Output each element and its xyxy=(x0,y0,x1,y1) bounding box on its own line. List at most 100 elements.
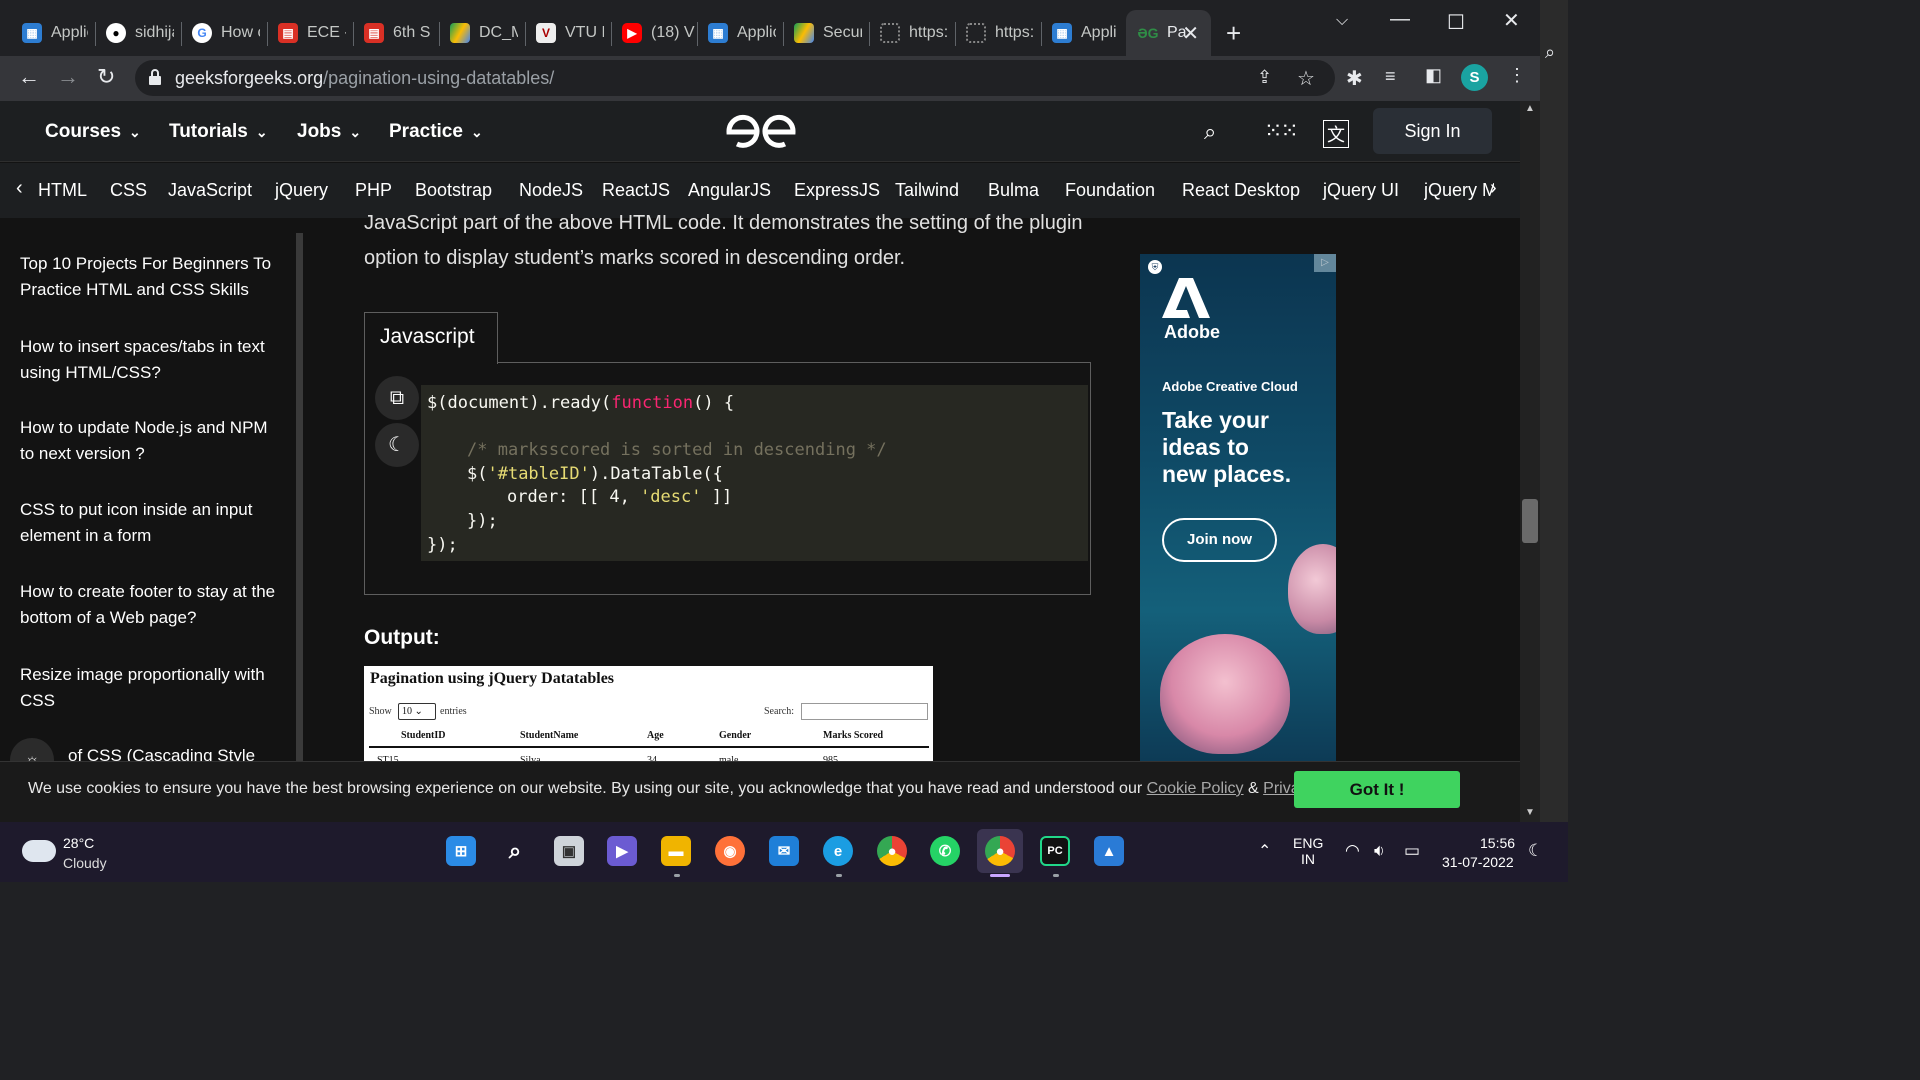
chrome-icon[interactable]: ● xyxy=(877,836,907,866)
tab-5[interactable]: DC_M xyxy=(428,10,518,56)
sidebar-link[interactable]: How to create footer to stay at the bott… xyxy=(20,579,282,631)
translate-icon[interactable]: 文 xyxy=(1323,120,1349,148)
media-control-icon[interactable]: ≡ xyxy=(1385,66,1396,87)
subnav-angularjs[interactable]: AngularJS xyxy=(688,180,771,201)
subnav-javascript[interactable]: JavaScript xyxy=(168,180,252,201)
search-icon[interactable]: ⌕ xyxy=(1204,119,1216,145)
subnav-css[interactable]: CSS xyxy=(110,180,147,201)
nav-practice[interactable]: Practice ⌄ xyxy=(389,121,483,143)
subnav-reactjs[interactable]: ReactJS xyxy=(602,180,670,201)
dark-mode-moon-icon[interactable]: ☾ xyxy=(375,423,419,467)
gfg-logo[interactable] xyxy=(725,111,797,153)
tab-10[interactable]: https: xyxy=(858,10,948,56)
nav-courses[interactable]: Courses ⌄ xyxy=(45,121,141,143)
forward-icon[interactable]: → xyxy=(57,64,79,90)
tab-1[interactable]: ●sidhija xyxy=(84,10,174,56)
reload-icon[interactable]: ↻ xyxy=(97,64,115,90)
subnav-jquery[interactable]: jQuery xyxy=(275,180,328,201)
chevron-up-icon[interactable]: ⌃ xyxy=(1258,841,1271,861)
sign-in-button[interactable]: Sign In xyxy=(1373,108,1492,154)
ad-choices-icon[interactable]: ▷ xyxy=(1314,254,1336,272)
whatsapp-icon[interactable]: ✆ xyxy=(930,836,960,866)
wifi-icon[interactable]: ◠ xyxy=(1345,841,1360,861)
nav-tutorials[interactable]: Tutorials ⌄ xyxy=(169,121,268,143)
sidebar-link[interactable]: How to update Node.js and NPM to next ve… xyxy=(20,415,282,467)
tab-0[interactable]: ▦Applic xyxy=(0,10,88,56)
nav-jobs[interactable]: Jobs ⌄ xyxy=(297,121,361,143)
tab-2[interactable]: GHow c xyxy=(170,10,260,56)
tab-9[interactable]: Secur xyxy=(772,10,862,56)
clock-date[interactable]: 31-07-2022 xyxy=(1442,854,1514,870)
code-tab-javascript[interactable]: Javascript xyxy=(364,312,498,364)
task-view-icon[interactable]: ▣ xyxy=(554,836,584,866)
scroll-down-icon[interactable]: ▼ xyxy=(1525,807,1535,818)
maximize-button[interactable]: ☐ xyxy=(1447,10,1465,35)
page-scrollbar[interactable]: ▲ ▼ xyxy=(1520,101,1540,822)
side-panel-icon[interactable]: ◧ xyxy=(1425,65,1442,86)
share-icon[interactable]: ⇪ xyxy=(1257,67,1272,88)
copy-icon[interactable]: ⧉ xyxy=(375,376,419,420)
tab-8[interactable]: ▦Applic xyxy=(686,10,776,56)
subnav-jquery-ui[interactable]: jQuery UI xyxy=(1323,180,1399,201)
file-explorer-icon[interactable]: ▬ xyxy=(661,836,691,866)
photos-icon[interactable]: ▲ xyxy=(1094,836,1124,866)
subnav-foundation[interactable]: Foundation xyxy=(1065,180,1155,201)
pycharm-icon[interactable]: PC xyxy=(1040,836,1070,866)
scrollbar-thumb[interactable] xyxy=(1522,499,1538,543)
subnav-tailwind[interactable]: Tailwind xyxy=(895,180,959,201)
subnav-html[interactable]: HTML xyxy=(38,180,87,201)
sidebar-link[interactable]: How to insert spaces/tabs in text using … xyxy=(20,334,282,386)
extensions-icon[interactable]: ✱ xyxy=(1346,66,1363,91)
clock-time[interactable]: 15:56 xyxy=(1480,835,1515,851)
subnav-bootstrap[interactable]: Bootstrap xyxy=(415,180,492,201)
weather-temp[interactable]: 28°C xyxy=(63,835,94,851)
close-tab-icon[interactable]: ✕ xyxy=(1182,21,1199,46)
close-window-button[interactable]: ✕ xyxy=(1503,8,1520,33)
tab-12[interactable]: ▦ Appli xyxy=(1030,10,1120,56)
menu-dots-icon[interactable]: ⋮ xyxy=(1508,65,1526,86)
chrome-profile-icon[interactable]: ● xyxy=(985,836,1015,866)
profile-avatar[interactable]: S xyxy=(1461,64,1488,91)
tab-6[interactable]: VVTU N xyxy=(514,10,604,56)
mail-icon[interactable]: ✉ xyxy=(769,836,799,866)
apps-grid-icon[interactable]: ⁙⁙ xyxy=(1264,118,1299,144)
tab-3[interactable]: ▤ ECE - xyxy=(256,10,346,56)
cookie-accept-button[interactable]: Got It ! xyxy=(1294,771,1460,808)
firefox-icon[interactable]: ◉ xyxy=(715,836,745,866)
language-indicator[interactable]: ENG IN xyxy=(1293,835,1323,867)
search-icon[interactable]: ⌕ xyxy=(1545,42,1555,63)
focus-moon-icon[interactable]: ☾ xyxy=(1528,841,1543,861)
edge-icon[interactable]: e xyxy=(823,836,853,866)
sidebar-link[interactable]: CSS to put icon inside an input element … xyxy=(20,497,282,549)
subnav-nodejs[interactable]: NodeJS xyxy=(519,180,583,201)
weather-desc[interactable]: Cloudy xyxy=(63,855,107,871)
tab-13-active[interactable]: ƏG Pa ✕ xyxy=(1126,10,1211,56)
windows-start-icon[interactable]: ⊞ xyxy=(446,836,476,866)
tab-7[interactable]: ▶ (18) V xyxy=(600,10,696,56)
adobe-ad[interactable]: ⛨ ▷ Adobe Adobe Creative Cloud Take your… xyxy=(1140,254,1336,764)
minimize-button[interactable]: — xyxy=(1390,8,1410,31)
tab-4[interactable]: ▤ 6th S xyxy=(342,10,432,56)
chevron-right-icon[interactable]: › xyxy=(1490,177,1497,200)
subnav-expressjs[interactable]: ExpressJS xyxy=(794,180,880,201)
tab-search-icon[interactable]: ⌵ xyxy=(1336,12,1348,30)
sidebar-link[interactable]: Top 10 Projects For Beginners To Practic… xyxy=(20,251,282,303)
speaker-icon[interactable]: 🔉︎ xyxy=(1374,841,1385,861)
battery-icon[interactable]: ▭ xyxy=(1404,841,1420,861)
subnav-react-desktop[interactable]: React Desktop xyxy=(1182,180,1300,201)
new-tab-button[interactable]: + xyxy=(1226,20,1241,46)
sidebar-link[interactable]: Resize image proportionally with CSS xyxy=(20,662,282,714)
chevron-left-icon[interactable]: ‹ xyxy=(16,177,23,200)
back-icon[interactable]: ← xyxy=(18,64,40,90)
scroll-up-icon[interactable]: ▲ xyxy=(1525,103,1535,114)
chat-icon[interactable]: ▶ xyxy=(607,836,637,866)
subnav-bulma[interactable]: Bulma xyxy=(988,180,1039,201)
subnav-php[interactable]: PHP xyxy=(355,180,392,201)
subnav-jquery-mobile[interactable]: jQuery M xyxy=(1424,180,1494,201)
sidebar-scrollbar[interactable] xyxy=(296,233,303,822)
tab-11[interactable]: https: xyxy=(944,10,1034,56)
address-bar[interactable]: geeksforgeeks.org/pagination-using-datat… xyxy=(135,60,1335,96)
bookmark-star-icon[interactable]: ☆ xyxy=(1297,66,1315,91)
cookie-policy-link[interactable]: Cookie Policy xyxy=(1147,780,1244,797)
search-icon[interactable]: ⌕ xyxy=(500,836,530,866)
